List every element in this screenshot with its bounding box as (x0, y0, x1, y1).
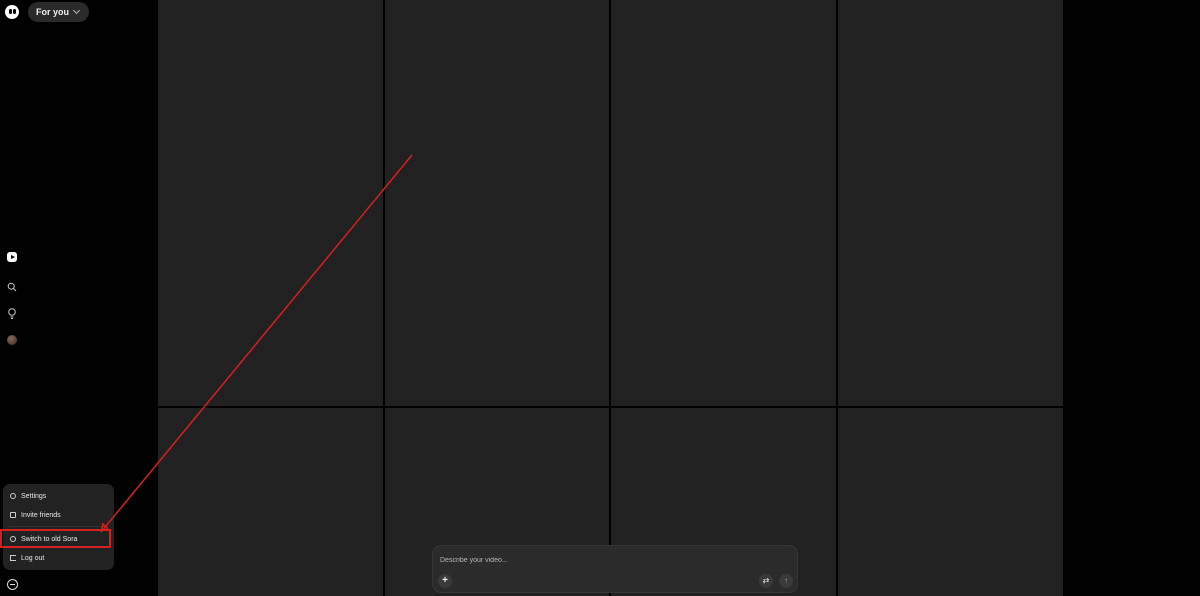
menu-item-label: Invite friends (21, 511, 61, 519)
right-margin (1063, 0, 1200, 596)
lightbulb-icon[interactable] (7, 306, 17, 319)
feed-selector[interactable]: For you (28, 2, 89, 22)
composer-settings-button[interactable]: ⇄ (759, 574, 773, 588)
chevron-down-icon (72, 6, 81, 15)
menu-item-settings[interactable]: Settings (3, 488, 114, 504)
lock-icon (10, 512, 16, 518)
menu-item-label: Settings (21, 492, 47, 500)
search-icon[interactable] (7, 279, 17, 292)
prompt-input[interactable] (440, 554, 740, 566)
feed-selector-label: For you (36, 7, 69, 17)
video-tile[interactable] (838, 408, 1063, 596)
logout-icon (10, 555, 16, 561)
send-button[interactable]: ↑ (779, 574, 793, 588)
home-icon[interactable] (7, 252, 17, 262)
video-tile[interactable] (158, 408, 383, 596)
avatar[interactable] (7, 335, 17, 345)
video-grid (158, 0, 1063, 596)
profile-menu-icon[interactable] (7, 579, 18, 590)
menu-item-label: Log out (21, 554, 45, 562)
video-tile[interactable] (838, 0, 1063, 406)
video-tile[interactable] (158, 0, 383, 406)
video-tile[interactable] (611, 0, 836, 406)
profile-menu: Settings Invite friends Switch to old So… (3, 484, 114, 570)
menu-item-invite-friends[interactable]: Invite friends (3, 507, 114, 523)
add-attachment-button[interactable]: + (438, 574, 452, 588)
annotation-highlight-box (0, 529, 111, 548)
menu-divider (9, 526, 108, 527)
logo-icon[interactable] (5, 5, 19, 19)
prompt-composer: + ⇄ ↑ (432, 545, 798, 593)
gear-icon (10, 493, 16, 499)
video-tile[interactable] (385, 0, 609, 406)
menu-item-log-out[interactable]: Log out (3, 550, 114, 566)
